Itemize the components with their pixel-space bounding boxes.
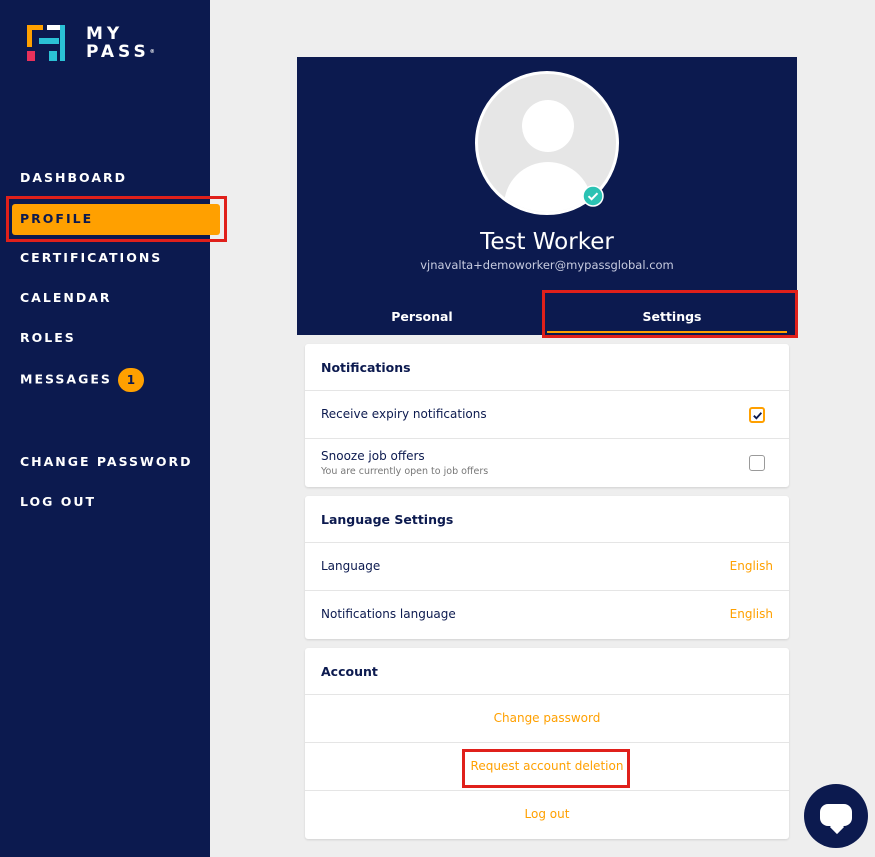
- change-password-row: Change password: [305, 695, 789, 743]
- language-label: Language: [321, 559, 381, 573]
- chat-button[interactable]: [804, 784, 868, 848]
- language-settings-card: Language Settings Language English Notif…: [305, 496, 789, 639]
- mypass-logo-icon: [27, 25, 65, 61]
- sidebar: MY PASS® DASHBOARD PROFILE CERTIFICATION…: [0, 0, 220, 857]
- language-settings-title: Language Settings: [305, 496, 789, 543]
- tab-personal[interactable]: Personal: [297, 309, 547, 324]
- account-card: Account Change password Request account …: [305, 648, 789, 839]
- nav-change-password[interactable]: CHANGE PASSWORD: [20, 452, 192, 472]
- mypass-logo[interactable]: MY PASS®: [27, 25, 167, 65]
- notifications-language-row[interactable]: Notifications language English: [305, 591, 789, 639]
- snooze-job-offers-row[interactable]: Snooze job offers You are currently open…: [305, 439, 789, 487]
- verified-badge-icon: [582, 185, 604, 207]
- log-out-link[interactable]: Log out: [305, 807, 789, 821]
- nav-certifications[interactable]: CERTIFICATIONS: [20, 248, 162, 268]
- nav-roles[interactable]: ROLES: [20, 328, 76, 348]
- notifications-title: Notifications: [305, 344, 789, 391]
- notifications-language-value[interactable]: English: [730, 607, 773, 621]
- language-value[interactable]: English: [730, 559, 773, 573]
- language-row[interactable]: Language English: [305, 543, 789, 591]
- snooze-job-offers-label: Snooze job offers: [321, 449, 425, 463]
- profile-email: vjnavalta+demoworker@mypassglobal.com: [420, 258, 674, 272]
- mypass-wordmark: MY PASS®: [86, 24, 155, 62]
- log-out-row: Log out: [305, 791, 789, 839]
- change-password-link[interactable]: Change password: [305, 711, 789, 725]
- notifications-language-label: Notifications language: [321, 607, 456, 621]
- nav-messages[interactable]: MESSAGES 1: [20, 368, 144, 392]
- nav-dashboard[interactable]: DASHBOARD: [20, 168, 127, 188]
- nav-calendar[interactable]: CALENDAR: [20, 288, 112, 308]
- highlight-box-profile: [6, 196, 227, 242]
- expiry-notifications-checkbox[interactable]: [749, 407, 765, 423]
- nav-log-out[interactable]: LOG OUT: [20, 492, 96, 512]
- checkmark-icon: [753, 412, 763, 420]
- notifications-card: Notifications Receive expiry notificatio…: [305, 344, 789, 487]
- expiry-notifications-row[interactable]: Receive expiry notifications: [305, 391, 789, 439]
- highlight-box-settings: [542, 290, 798, 338]
- nav-messages-label: MESSAGES: [20, 371, 112, 387]
- expiry-notifications-label: Receive expiry notifications: [321, 407, 487, 421]
- snooze-job-offers-checkbox[interactable]: [749, 455, 765, 471]
- profile-name: Test Worker: [480, 229, 614, 255]
- chat-bubble-icon: [820, 804, 852, 826]
- messages-count-badge: 1: [117, 368, 144, 392]
- avatar-head-shape: [522, 100, 574, 152]
- account-title: Account: [305, 648, 789, 695]
- highlight-box-request-deletion: [462, 749, 630, 788]
- avatar-body-shape: [504, 162, 592, 212]
- snooze-job-offers-subtext: You are currently open to job offers: [321, 466, 489, 477]
